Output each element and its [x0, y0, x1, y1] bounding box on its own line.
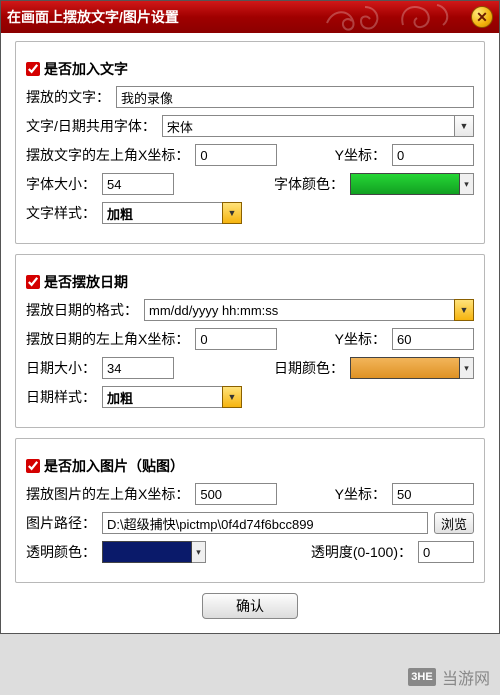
watermark: 3HE 当游网	[408, 665, 490, 689]
date-color-label: 日期颜色：	[274, 358, 344, 378]
trans-color-dropdown-button[interactable]: ▾	[192, 541, 206, 563]
enable-date-checkbox[interactable]	[26, 275, 40, 289]
enable-text-label: 是否加入文字	[44, 59, 128, 79]
date-size-input[interactable]	[102, 357, 174, 379]
watermark-text: 当游网	[442, 665, 490, 689]
date-format-label: 摆放日期的格式：	[26, 300, 138, 320]
opacity-input[interactable]	[418, 541, 474, 563]
enable-image-checkbox[interactable]	[26, 459, 40, 473]
enable-date-label: 是否摆放日期	[44, 272, 128, 292]
image-x-input[interactable]	[195, 483, 277, 505]
font-select[interactable]	[162, 115, 454, 137]
trans-color-swatch[interactable]	[102, 541, 192, 563]
close-button[interactable]: ✕	[471, 6, 493, 28]
font-label: 文字/日期共用字体：	[26, 116, 156, 136]
image-section: 是否加入图片（贴图） 摆放图片的左上角X坐标： Y坐标： 图片路径： 浏览 透明…	[15, 438, 485, 583]
text-color-swatch[interactable]	[350, 173, 460, 195]
opacity-label: 透明度(0-100)：	[311, 542, 412, 562]
date-style-select[interactable]	[102, 386, 222, 408]
date-style-dropdown-button[interactable]: ▼	[222, 386, 242, 408]
settings-window: 在画面上摆放文字/图片设置 ✕ 是否加入文字 摆放的文字： 文字/日期共用字体：…	[0, 0, 500, 634]
image-path-label: 图片路径：	[26, 513, 96, 533]
text-size-input[interactable]	[102, 173, 174, 195]
date-format-select[interactable]	[144, 299, 454, 321]
image-x-label: 摆放图片的左上角X坐标：	[26, 484, 189, 504]
date-format-dropdown-button[interactable]: ▼	[454, 299, 474, 321]
text-x-input[interactable]	[195, 144, 277, 166]
date-color-swatch[interactable]	[350, 357, 460, 379]
browse-button[interactable]: 浏览	[434, 512, 474, 534]
date-x-input[interactable]	[195, 328, 277, 350]
date-section: 是否摆放日期 摆放日期的格式： ▼ 摆放日期的左上角X坐标： Y坐标： 日期大小…	[15, 254, 485, 428]
trans-color-label: 透明颜色：	[26, 542, 96, 562]
date-size-label: 日期大小：	[26, 358, 96, 378]
date-y-input[interactable]	[392, 328, 474, 350]
text-size-label: 字体大小：	[26, 174, 96, 194]
text-color-label: 字体颜色：	[274, 174, 344, 194]
window-title: 在画面上摆放文字/图片设置	[7, 7, 179, 27]
date-x-label: 摆放日期的左上角X坐标：	[26, 329, 189, 349]
close-icon: ✕	[476, 9, 488, 26]
text-y-label: Y坐标：	[335, 145, 386, 165]
date-color-dropdown-button[interactable]: ▾	[460, 357, 474, 379]
enable-image-label: 是否加入图片（贴图）	[44, 456, 184, 476]
text-content-input[interactable]	[116, 86, 474, 108]
font-dropdown-button[interactable]: ▼	[454, 115, 474, 137]
titlebar: 在画面上摆放文字/图片设置 ✕	[1, 1, 499, 33]
text-content-label: 摆放的文字：	[26, 87, 110, 107]
image-path-input[interactable]	[102, 512, 428, 534]
date-y-label: Y坐标：	[335, 329, 386, 349]
image-y-label: Y坐标：	[335, 484, 386, 504]
text-color-dropdown-button[interactable]: ▾	[460, 173, 474, 195]
text-x-label: 摆放文字的左上角X坐标：	[26, 145, 189, 165]
text-section: 是否加入文字 摆放的文字： 文字/日期共用字体： ▼ 摆放文字的左上角X坐标： …	[15, 41, 485, 244]
text-style-label: 文字样式：	[26, 203, 96, 223]
watermark-logo: 3HE	[408, 668, 436, 686]
text-style-select[interactable]	[102, 202, 222, 224]
text-y-input[interactable]	[392, 144, 474, 166]
window-body: 是否加入文字 摆放的文字： 文字/日期共用字体： ▼ 摆放文字的左上角X坐标： …	[1, 33, 499, 633]
text-style-dropdown-button[interactable]: ▼	[222, 202, 242, 224]
enable-text-checkbox[interactable]	[26, 62, 40, 76]
titlebar-decoration	[319, 0, 459, 33]
confirm-button[interactable]: 确认	[202, 593, 298, 619]
date-style-label: 日期样式：	[26, 387, 96, 407]
image-y-input[interactable]	[392, 483, 474, 505]
